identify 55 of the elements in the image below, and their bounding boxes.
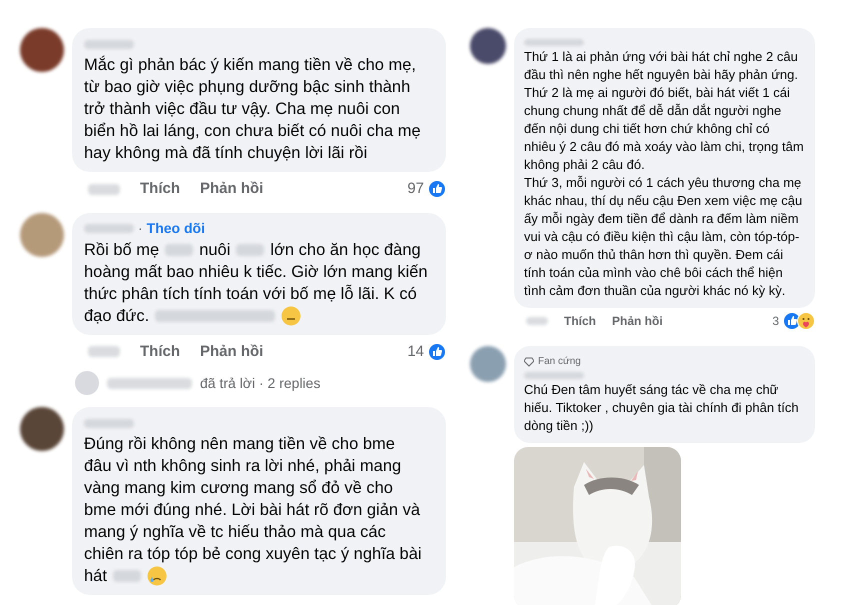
comment-text: biển hồ lai láng, con chưa biết có nuôi cha mẹ (84, 121, 421, 142)
follow-link[interactable]: Theo dõi (146, 218, 205, 239)
like-link[interactable]: Thích (564, 312, 596, 330)
like-reaction-icon (428, 180, 446, 198)
comment-text: bme mới đúng nhé. Lời bài hát rõ đơn giản và (84, 500, 420, 521)
reaction-count: 97 (407, 179, 424, 199)
blurred-name (84, 418, 134, 428)
reply-link[interactable]: Phản hồi (612, 312, 663, 330)
avatar[interactable] (20, 28, 64, 72)
blurred-timestamp (88, 346, 120, 358)
blurred-name (84, 224, 134, 233)
comment-text: Thứ 1 là ai phản ứng với bài hát chỉ nghe 2 câu đầu thì nên nghe hết nguyên bài hãy phản ứng. (524, 48, 799, 84)
separator-dot: · (138, 219, 143, 238)
comment-text: Đúng rồi không nên mang tiền về cho bme (84, 434, 395, 455)
reply-link[interactable]: Phản hồi (200, 178, 264, 200)
comment-text: mang ý nghĩa về tc hiếu thảo mà qua các (84, 522, 386, 543)
blurred-text (236, 244, 264, 256)
care-reaction-icon (797, 312, 815, 330)
blurred-text (165, 244, 194, 256)
like-link[interactable]: Thích (140, 340, 180, 363)
emoji-icon (146, 566, 167, 586)
avatar[interactable] (20, 407, 64, 451)
like-reaction-icon (428, 342, 446, 361)
comment-text: hát (84, 566, 107, 587)
diamond-icon (524, 356, 534, 366)
comment-text: đâu vì nth không sinh ra lời nhé, phải mang (84, 456, 402, 477)
comment-text: vàng mang kim cương mang sổ đỏ về cho (84, 478, 393, 499)
comment-text: thức phân tích tính toán với bố mẹ lỗ lãi. K có (84, 284, 417, 304)
comment-text: hay không mà đã tính chuyện lời lãi rồi (84, 143, 368, 164)
comment-text: Thứ 3, mỗi người có 1 cách yêu thương cha mẹ khác nhau, thí dụ nếu cậu Đen xem việc mẹ cậu ấy mỗi ngày đem tiền để dành ra đếm làm niềm vui và cậu có điều kiện thì cậu làm, còn tóp-tóp-ơ nào muốn thủ thân hơn thì quyền. Đem cái tính toán của mình vào chê bôi cách thể hiện tình cảm đơn thuần của người khác nó kỳ kỳ. (524, 174, 804, 300)
comment-text: hoàng mất bao nhiêu k tiếc. Giờ lớn mang kiến (84, 262, 428, 282)
blurred-timestamp (526, 317, 548, 325)
reaction-count: 14 (407, 342, 424, 362)
emoji-icon (281, 306, 302, 326)
blurred-name (524, 38, 584, 46)
comment-text: Rồi bố mẹ (84, 240, 160, 260)
blurred-name (524, 372, 584, 378)
avatar[interactable] (470, 28, 506, 64)
replies-link[interactable]: đã trả lời · 2 replies (200, 372, 320, 394)
blurred-text (112, 570, 141, 582)
blurred-timestamp (88, 184, 120, 195)
comment-text: nuôi (199, 240, 230, 260)
reaction-count: 3 (772, 313, 779, 330)
blurred-name (84, 40, 134, 48)
comment-text: Thứ 2 là mẹ ai người đó biết, bài hát viết 1 cái chung chung nhất để dễ dẫn dắt người nghe đến nội dung chi tiết hơn chứ không chỉ có nhiêu ý 2 câu đó mà xoáy vào làm chi, trọng tâm không phải 2 câu đó. (524, 84, 805, 174)
comment-text: Mắc gì phản bác ý kiến mang tiền về cho mẹ, (84, 54, 416, 76)
comment-text: chiên ra tóp tóp bẻ cong xuyên tạc ý nghĩa bài (84, 544, 422, 565)
reply-link[interactable]: Phản hồi (200, 340, 264, 363)
comment-text: Chú Đen tâm huyết sáng tác về cha mẹ chữ hiếu. Tiktoker , chuyên gia tài chính đi phân tích dòng tiền ;)) (524, 381, 800, 435)
comment-text: đạo đức. (84, 306, 150, 326)
badge-label: Fan cứng (538, 355, 581, 369)
comment-text: trở thành việc đầu tư vậy. Cha mẹ nuôi con (84, 99, 400, 120)
like-link[interactable]: Thích (140, 178, 180, 200)
comment-text: lớn cho ăn học đàng (270, 240, 421, 260)
comment-text: từ bao giờ việc phụng dưỡng bậc sinh thành (84, 77, 410, 98)
